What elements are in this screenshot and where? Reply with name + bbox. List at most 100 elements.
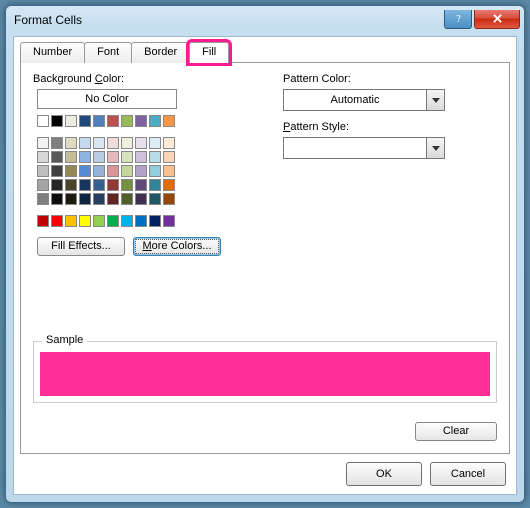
color-swatch[interactable] xyxy=(163,115,175,127)
color-swatch[interactable] xyxy=(121,179,133,191)
color-swatch[interactable] xyxy=(149,115,161,127)
pattern-color-dropdown[interactable] xyxy=(426,90,444,110)
color-swatch[interactable] xyxy=(163,179,175,191)
color-swatch[interactable] xyxy=(51,165,63,177)
sample-preview xyxy=(40,352,490,396)
color-swatch[interactable] xyxy=(65,179,77,191)
pattern-style-combo[interactable] xyxy=(283,137,445,159)
color-swatch[interactable] xyxy=(135,193,147,205)
color-swatch[interactable] xyxy=(93,115,105,127)
color-swatch[interactable] xyxy=(79,115,91,127)
color-swatch[interactable] xyxy=(37,115,49,127)
color-swatch[interactable] xyxy=(37,193,49,205)
color-swatch[interactable] xyxy=(107,215,119,227)
color-swatch[interactable] xyxy=(135,179,147,191)
fill-effects-button[interactable]: Fill Effects... xyxy=(37,237,125,256)
color-swatch[interactable] xyxy=(107,179,119,191)
color-swatch[interactable] xyxy=(121,193,133,205)
color-swatch[interactable] xyxy=(93,151,105,163)
color-swatch[interactable] xyxy=(79,165,91,177)
color-swatch[interactable] xyxy=(51,193,63,205)
color-swatch[interactable] xyxy=(135,137,147,149)
tab-border[interactable]: Border xyxy=(131,42,190,63)
titlebar[interactable]: Format Cells ? xyxy=(6,6,524,34)
tab-strip: Number Font Border Fill xyxy=(20,42,228,63)
color-swatch[interactable] xyxy=(163,151,175,163)
no-color-button[interactable]: No Color xyxy=(37,89,177,109)
color-swatch[interactable] xyxy=(149,137,161,149)
color-swatch[interactable] xyxy=(65,115,77,127)
color-swatch[interactable] xyxy=(163,215,175,227)
svg-text:?: ? xyxy=(456,14,461,24)
close-button[interactable] xyxy=(474,10,520,29)
color-swatch[interactable] xyxy=(107,137,119,149)
color-swatch[interactable] xyxy=(121,115,133,127)
color-swatch[interactable] xyxy=(163,193,175,205)
color-swatch[interactable] xyxy=(107,151,119,163)
color-swatch[interactable] xyxy=(121,165,133,177)
color-swatch[interactable] xyxy=(135,151,147,163)
color-swatch[interactable] xyxy=(37,179,49,191)
pattern-color-combo[interactable]: Automatic xyxy=(283,89,445,111)
more-colors-button[interactable]: More Colors... xyxy=(133,237,221,256)
window-buttons: ? xyxy=(444,10,520,29)
pattern-style-value xyxy=(284,138,426,158)
pattern-style-label: Pattern Style: xyxy=(283,121,497,133)
color-swatch[interactable] xyxy=(79,151,91,163)
color-swatch[interactable] xyxy=(93,137,105,149)
color-swatch[interactable] xyxy=(149,151,161,163)
tab-fill[interactable]: Fill xyxy=(189,42,229,63)
color-swatch[interactable] xyxy=(107,193,119,205)
color-swatch[interactable] xyxy=(93,179,105,191)
color-swatch[interactable] xyxy=(121,137,133,149)
color-swatch[interactable] xyxy=(65,137,77,149)
window-title: Format Cells xyxy=(14,13,444,27)
color-swatch[interactable] xyxy=(93,215,105,227)
sample-group: Sample xyxy=(33,341,497,403)
dialog-client: Number Font Border Fill Background Color… xyxy=(13,36,517,495)
color-swatch[interactable] xyxy=(79,179,91,191)
color-swatch[interactable] xyxy=(65,151,77,163)
color-swatch[interactable] xyxy=(163,165,175,177)
color-palette xyxy=(37,115,263,227)
color-swatch[interactable] xyxy=(65,193,77,205)
cancel-button[interactable]: Cancel xyxy=(430,462,506,486)
sample-label: Sample xyxy=(42,334,87,346)
color-swatch[interactable] xyxy=(37,165,49,177)
color-swatch[interactable] xyxy=(149,165,161,177)
color-swatch[interactable] xyxy=(51,215,63,227)
color-swatch[interactable] xyxy=(79,215,91,227)
color-swatch[interactable] xyxy=(93,165,105,177)
color-swatch[interactable] xyxy=(37,215,49,227)
color-swatch[interactable] xyxy=(121,215,133,227)
format-cells-window: Format Cells ? Number Font Border Fill B… xyxy=(5,5,525,503)
tab-font[interactable]: Font xyxy=(84,42,132,63)
color-swatch[interactable] xyxy=(65,215,77,227)
color-swatch[interactable] xyxy=(79,137,91,149)
color-swatch[interactable] xyxy=(79,193,91,205)
ok-button[interactable]: OK xyxy=(346,462,422,486)
color-swatch[interactable] xyxy=(37,137,49,149)
color-swatch[interactable] xyxy=(163,137,175,149)
color-swatch[interactable] xyxy=(51,137,63,149)
color-swatch[interactable] xyxy=(149,193,161,205)
color-swatch[interactable] xyxy=(121,151,133,163)
color-swatch[interactable] xyxy=(51,115,63,127)
tab-panel-fill: Background Color: No Color Fill Effects.… xyxy=(20,62,510,454)
color-swatch[interactable] xyxy=(51,179,63,191)
color-swatch[interactable] xyxy=(65,165,77,177)
color-swatch[interactable] xyxy=(107,115,119,127)
color-swatch[interactable] xyxy=(135,215,147,227)
color-swatch[interactable] xyxy=(37,151,49,163)
tab-number[interactable]: Number xyxy=(20,42,85,63)
clear-button[interactable]: Clear xyxy=(415,422,497,441)
color-swatch[interactable] xyxy=(135,115,147,127)
pattern-style-dropdown[interactable] xyxy=(426,138,444,158)
color-swatch[interactable] xyxy=(149,215,161,227)
color-swatch[interactable] xyxy=(149,179,161,191)
help-button[interactable]: ? xyxy=(444,10,472,29)
color-swatch[interactable] xyxy=(93,193,105,205)
color-swatch[interactable] xyxy=(107,165,119,177)
color-swatch[interactable] xyxy=(135,165,147,177)
color-swatch[interactable] xyxy=(51,151,63,163)
